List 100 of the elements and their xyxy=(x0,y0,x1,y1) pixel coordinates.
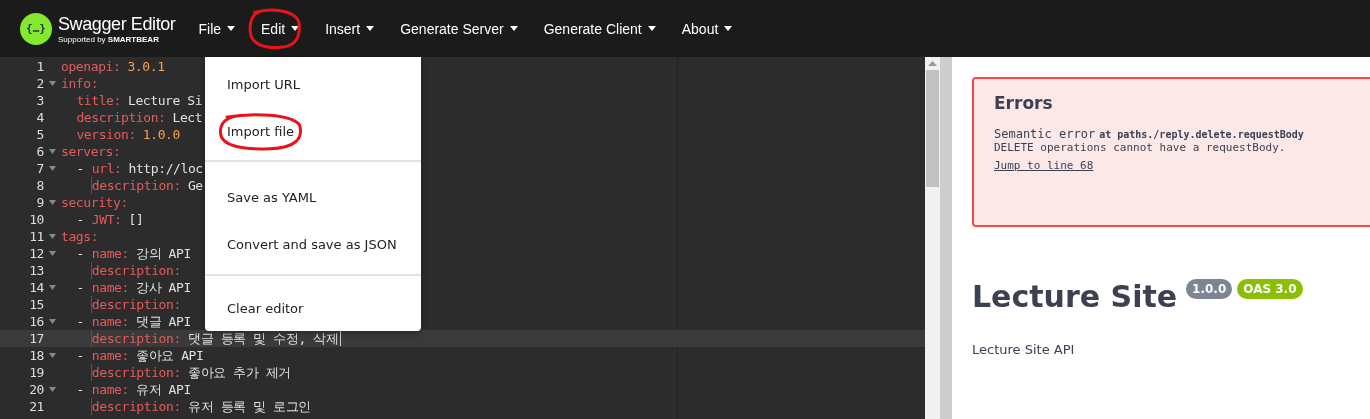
yaml-key: name: xyxy=(91,314,129,329)
fold-caret-icon[interactable] xyxy=(49,200,56,205)
line-number: 5 xyxy=(35,127,44,142)
line-number: 18 xyxy=(28,348,44,363)
line-number: 13 xyxy=(28,263,44,278)
list-dash: - xyxy=(76,212,85,227)
error-location: at paths./reply.delete.requestBody xyxy=(1099,129,1304,140)
nav-menu[interactable]: Insert xyxy=(312,0,388,57)
nav-label: File xyxy=(198,20,222,37)
fold-caret-icon[interactable] xyxy=(49,234,56,239)
nav-menu[interactable]: Edit xyxy=(248,0,313,57)
yaml-key: tags: xyxy=(61,229,99,244)
line-number: 15 xyxy=(28,297,44,312)
line-number: 2 xyxy=(35,76,44,91)
yaml-value: [] xyxy=(128,212,144,227)
yaml-value: 유저 등록 및 로그인 xyxy=(187,397,311,416)
api-title: Lecture Site xyxy=(972,279,1178,314)
line-number: 6 xyxy=(35,144,44,159)
yaml-key: JWT: xyxy=(91,212,122,227)
nav-menu[interactable]: File xyxy=(185,0,249,57)
errors-heading: Errors xyxy=(994,93,1054,113)
yaml-key: name: xyxy=(91,246,129,261)
yaml-key: description: xyxy=(91,297,181,312)
yaml-value: http://loc xyxy=(128,161,203,176)
fold-caret-icon[interactable] xyxy=(49,149,56,154)
list-dash: - xyxy=(76,348,85,363)
line-number: 14 xyxy=(28,280,44,295)
fold-caret-icon[interactable] xyxy=(49,251,56,256)
menu-item[interactable]: Import URL xyxy=(205,61,421,108)
jump-link[interactable]: Jump to line 68 xyxy=(994,159,1094,172)
line-number: 3 xyxy=(35,93,44,108)
yaml-key: description: xyxy=(76,110,166,125)
fold-caret-icon[interactable] xyxy=(49,166,56,171)
yaml-key: name: xyxy=(91,382,129,397)
list-dash: - xyxy=(76,161,85,176)
fold-caret-icon[interactable] xyxy=(49,353,56,358)
line-number: 9 xyxy=(35,195,44,210)
nav-label: Insert xyxy=(325,20,361,37)
list-dash: - xyxy=(76,382,85,397)
scroll-up-icon[interactable] xyxy=(928,61,937,66)
line-number: 4 xyxy=(35,110,44,125)
scrollbar[interactable] xyxy=(925,57,940,419)
nav-label: Generate Server xyxy=(400,20,504,37)
menu-item[interactable]: Convert and save as JSON xyxy=(205,221,421,268)
yaml-value: 좋아요 API xyxy=(135,346,204,365)
yaml-value: 좋아요 추가 제거 xyxy=(187,363,291,382)
yaml-value: 댓글 등록 및 수정, 삭제 xyxy=(187,329,339,348)
yaml-value: 1.0.0 xyxy=(142,127,180,142)
yaml-value: Lect xyxy=(172,110,203,125)
line-number: 7 xyxy=(35,161,44,176)
nav-label: About xyxy=(681,20,719,37)
menu-item[interactable]: Import file xyxy=(205,108,421,155)
yaml-value: Ge xyxy=(187,178,203,193)
yaml-key: info: xyxy=(61,76,99,91)
yaml-key: description: xyxy=(91,331,181,346)
caret-icon xyxy=(647,26,656,31)
yaml-key: title: xyxy=(76,93,121,108)
yaml-key: name: xyxy=(91,348,129,363)
yaml-key: name: xyxy=(91,280,129,295)
line-number: 19 xyxy=(28,365,44,380)
scrollbar-thumb[interactable] xyxy=(926,70,939,187)
logo-title: Swagger Editor xyxy=(58,13,176,35)
line-number: 8 xyxy=(35,178,44,193)
nav-menu[interactable]: Generate Server xyxy=(387,0,531,57)
fold-caret-icon[interactable] xyxy=(49,285,56,290)
line-number: 1 xyxy=(35,59,44,74)
caret-icon xyxy=(227,26,236,31)
fold-caret-icon[interactable] xyxy=(49,81,56,86)
nav-menu[interactable]: About xyxy=(668,0,746,57)
logo-mark: {…} xyxy=(20,12,52,45)
yaml-value: Lecture Si xyxy=(127,93,203,108)
error-type: Semantic error xyxy=(994,127,1096,141)
line-number: 21 xyxy=(28,399,44,414)
yaml-key: description: xyxy=(91,365,181,380)
caret-icon xyxy=(724,26,733,31)
fold-caret-icon[interactable] xyxy=(49,319,56,324)
caret-icon xyxy=(509,26,518,31)
yaml-key: description: xyxy=(91,399,181,414)
line-number: 11 xyxy=(28,229,44,244)
yaml-value: 유저 API xyxy=(135,380,191,399)
line-number: 10 xyxy=(28,212,44,227)
line-number: 20 xyxy=(28,382,44,397)
line-number: 16 xyxy=(28,314,44,329)
list-dash: - xyxy=(76,246,85,261)
yaml-key: servers: xyxy=(61,144,121,159)
menu-item[interactable]: Clear editor xyxy=(205,286,421,331)
oas-badge: OAS 3.0 xyxy=(1237,279,1303,299)
text-cursor xyxy=(340,331,342,346)
fold-caret-icon[interactable] xyxy=(49,387,56,392)
yaml-key: openapi: xyxy=(61,59,121,74)
yaml-key: description: xyxy=(91,178,181,193)
yaml-value: 3.0.1 xyxy=(127,59,165,74)
line-number: 17 xyxy=(28,331,44,346)
error-message: DELETE operations cannot have a requestBody. xyxy=(994,141,1287,154)
menu-item[interactable]: Save as YAML xyxy=(205,174,421,221)
nav-menu[interactable]: Generate Client xyxy=(530,0,669,57)
nav-label: Edit xyxy=(261,20,286,37)
caret-icon xyxy=(366,26,375,31)
list-dash: - xyxy=(76,314,85,329)
yaml-value: 댓글 API xyxy=(135,312,191,331)
